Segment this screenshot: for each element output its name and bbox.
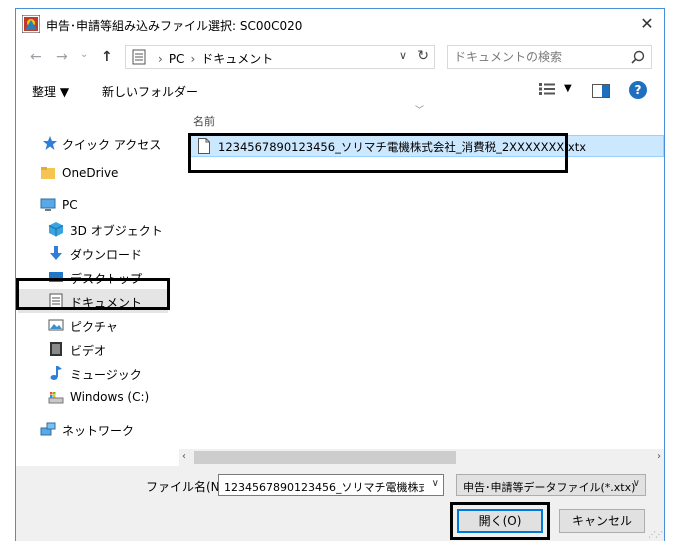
sidebar-item-quick-access[interactable]: クイック アクセス [16, 131, 176, 155]
sidebar-item-label: OneDrive [62, 166, 119, 180]
navigation-bar: ← → ⌄ ↑ › PC › ドキュメント ∨ ↻ [16, 39, 664, 75]
window-title: 申告･申請等組み込みファイル選択: SC00C020 [46, 19, 303, 33]
sidebar-item-windows-c[interactable]: Windows (C:) [16, 385, 176, 409]
drive-icon [48, 392, 64, 404]
resize-grip-icon[interactable]: ⋰⋰ [648, 530, 663, 539]
sidebar-item-label: ビデオ [70, 344, 107, 358]
sidebar-item-network[interactable]: ネットワーク [16, 417, 176, 441]
breadcrumb-documents[interactable]: ドキュメント [201, 52, 273, 66]
forward-button[interactable]: → [56, 49, 68, 65]
sidebar-item-label: ネットワーク [62, 424, 135, 438]
network-icon [40, 422, 56, 436]
sidebar-item-pictures[interactable]: ピクチャ [16, 313, 176, 337]
close-button[interactable]: ✕ [636, 13, 658, 35]
organize-button[interactable]: 整理 ▼ [32, 83, 69, 100]
sidebar-item-label: ミュージック [70, 368, 142, 382]
sidebar-item-label: クイック アクセス [62, 138, 162, 152]
back-button[interactable]: ← [30, 49, 42, 65]
sidebar-item-videos[interactable]: ビデオ [16, 337, 176, 361]
cube-icon [48, 222, 64, 237]
new-folder-button[interactable]: 新しいフォルダー [102, 83, 198, 100]
sidebar-item-label: ダウンロード [70, 248, 143, 262]
filename-input[interactable]: 1234567890123456_ソリマチ電機株式会社 ∨ [218, 474, 444, 496]
open-highlight-box [450, 502, 550, 540]
sidebar-item-label: ピクチャ [70, 320, 118, 334]
documents-folder-icon [132, 49, 146, 65]
file-type-value: 申告･申請等データファイル(*.xtx) [463, 481, 636, 494]
sidebar-item-3d-objects[interactable]: 3D オブジェクト [16, 217, 176, 241]
sidebar-item-label: PC [62, 198, 78, 212]
star-icon [43, 136, 57, 150]
sidebar-item-label: 3D オブジェクト [70, 224, 163, 238]
breadcrumb: › PC › ドキュメント [152, 50, 273, 67]
command-bar: 整理 ▼ 新しいフォルダー ▼ ? [16, 75, 664, 105]
documents-highlight-box [16, 278, 170, 310]
title-bar: 申告･申請等組み込みファイル選択: SC00C020 ✕ [16, 9, 664, 39]
chevron-down-icon[interactable]: ∨ [633, 478, 640, 489]
sort-indicator-icon: ﹀ [415, 106, 425, 116]
file-highlight-box [188, 133, 568, 173]
computer-icon [40, 198, 56, 211]
scrollbar-thumb[interactable] [194, 451, 456, 464]
preview-pane-icon[interactable] [592, 84, 610, 98]
search-box [447, 45, 652, 69]
view-options-icon[interactable] [539, 83, 555, 95]
column-header-name[interactable]: 名前 [193, 113, 215, 129]
breadcrumb-pc[interactable]: PC [169, 52, 185, 66]
cancel-button[interactable]: キャンセル [559, 509, 645, 533]
download-icon [50, 246, 62, 260]
scroll-right-icon[interactable]: › [657, 451, 661, 462]
folder-icon [41, 167, 55, 179]
recent-locations-button[interactable]: ⌄ [80, 47, 88, 63]
filename-label: ファイル名(N): [146, 480, 229, 494]
sidebar-item-label: Windows (C:) [70, 390, 150, 404]
sidebar-item-onedrive[interactable]: OneDrive [16, 161, 176, 185]
up-button[interactable]: ↑ [101, 49, 113, 65]
music-icon [50, 366, 62, 380]
address-bar[interactable]: › PC › ドキュメント ∨ ↻ [125, 45, 435, 69]
view-dropdown-icon[interactable]: ▼ [564, 83, 572, 94]
app-icon [22, 15, 40, 33]
file-type-select[interactable]: 申告･申請等データファイル(*.xtx) ∨ [456, 474, 646, 496]
chevron-down-icon[interactable]: ∨ [399, 49, 407, 62]
sidebar-item-downloads[interactable]: ダウンロード [16, 241, 176, 265]
sidebar-item-music[interactable]: ミュージック [16, 361, 176, 385]
sidebar-item-pc[interactable]: PC [16, 193, 176, 217]
search-icon[interactable] [631, 50, 645, 64]
video-icon [50, 342, 62, 356]
filename-value: 1234567890123456_ソリマチ電機株式会社 [224, 481, 424, 494]
scroll-left-icon[interactable]: ‹ [182, 451, 186, 462]
dialog-footer: ファイル名(N): 1234567890123456_ソリマチ電機株式会社 ∨ … [16, 466, 664, 541]
picture-icon [48, 319, 64, 331]
file-open-dialog: 申告･申請等組み込みファイル選択: SC00C020 ✕ ← → ⌄ ↑ › PC… [15, 8, 665, 541]
chevron-right-icon: › [158, 52, 163, 66]
chevron-right-icon: › [190, 52, 196, 66]
chevron-down-icon[interactable]: ∨ [432, 478, 439, 489]
horizontal-scrollbar[interactable]: ‹ › [179, 449, 664, 466]
help-button[interactable]: ? [629, 81, 647, 99]
refresh-icon[interactable]: ↻ [417, 48, 429, 64]
search-input[interactable] [454, 49, 624, 65]
